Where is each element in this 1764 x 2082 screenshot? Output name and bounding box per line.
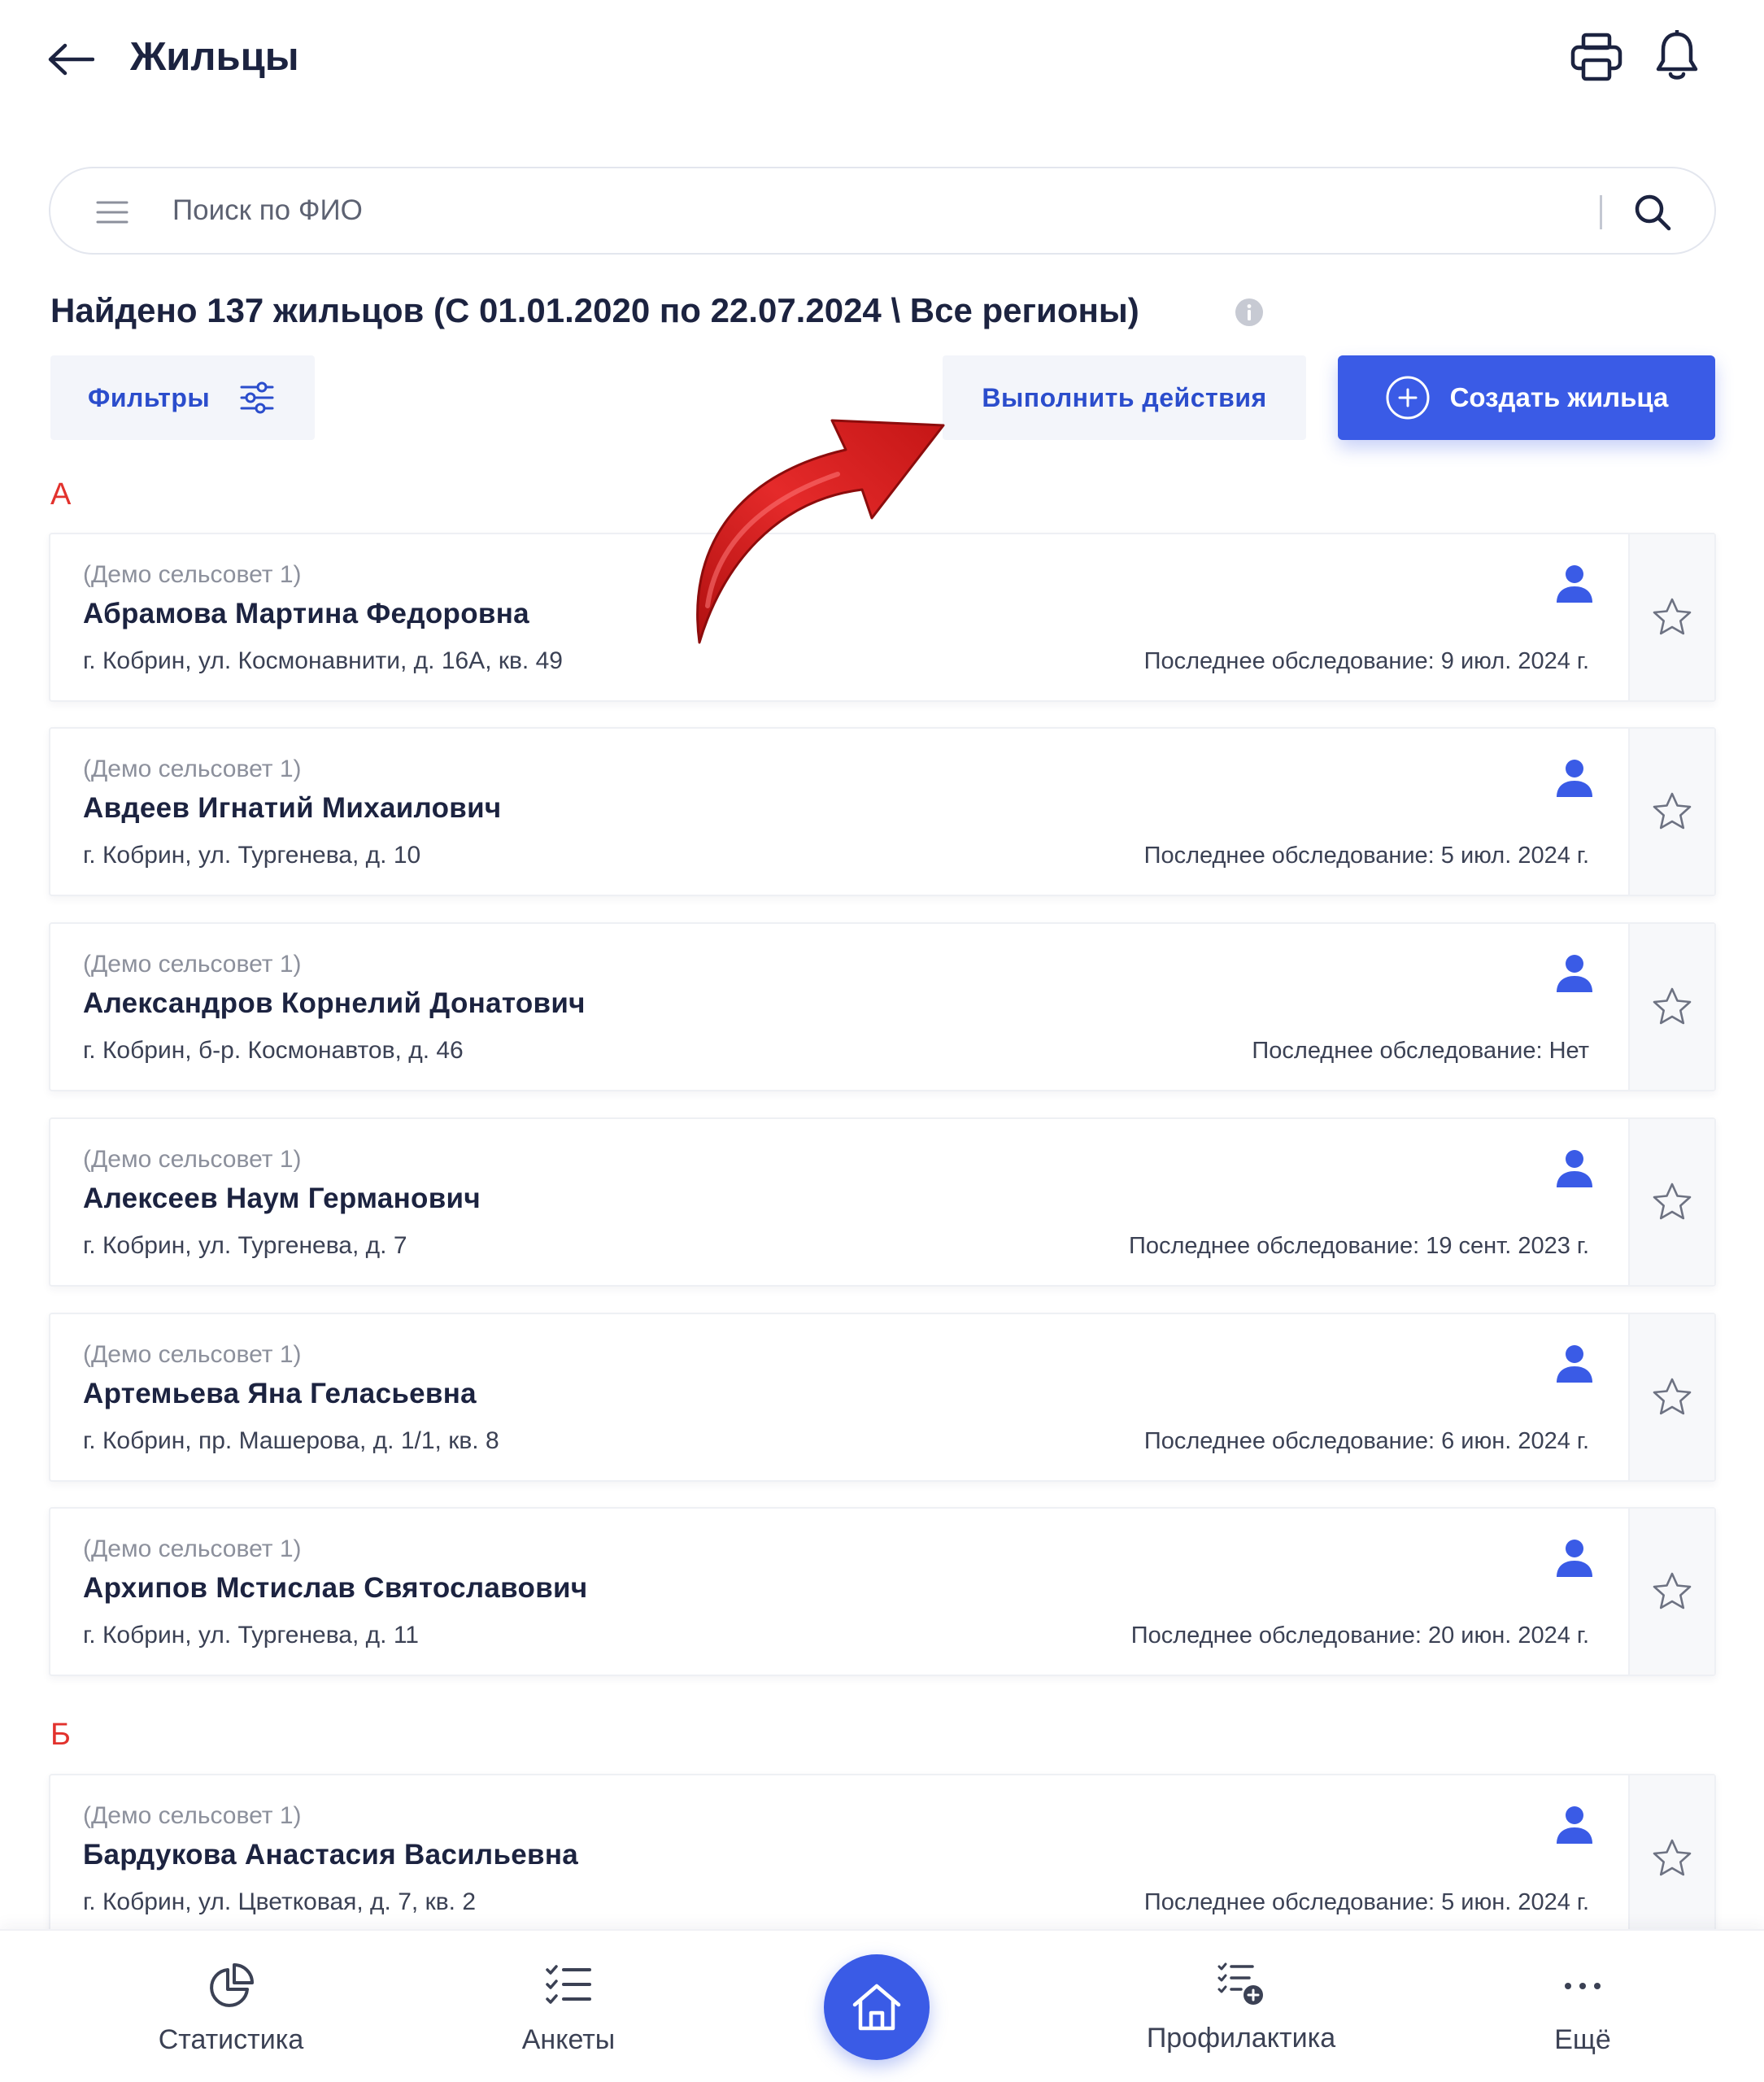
filters-button[interactable]: Фильтры: [50, 355, 315, 440]
person-icon: [1557, 955, 1592, 992]
nav-surveys[interactable]: Анкеты: [438, 1962, 699, 2067]
person-icon: [1557, 760, 1592, 797]
nav-surveys-label: Анкеты: [521, 2024, 616, 2055]
resident-card[interactable]: (Демо сельсовет 1) Авдеев Игнатий Михаил…: [49, 727, 1716, 896]
resident-card[interactable]: (Демо сельсовет 1) Бардукова Анастасия В…: [49, 1774, 1716, 1943]
resident-region: (Демо сельсовет 1): [83, 1802, 302, 1829]
back-button[interactable]: [42, 31, 99, 88]
home-button[interactable]: [824, 1954, 930, 2060]
last-exam-date: Последнее обследование: 5 июн. 2024 г.: [1143, 1889, 1589, 1915]
resident-name: Абрамова Мартина Федоровна: [83, 598, 529, 629]
section-letter: Б: [50, 1718, 71, 1752]
last-exam-date: Последнее обследование: 5 июл. 2024 г.: [1143, 843, 1589, 869]
menu-icon[interactable]: [93, 193, 132, 232]
filters-button-label: Фильтры: [88, 382, 211, 412]
nav-prevention-label: Профилактика: [1146, 2023, 1336, 2054]
person-icon: [1557, 565, 1592, 603]
section-letter: А: [50, 477, 72, 512]
person-icon: [1557, 1150, 1592, 1187]
resident-address: г. Кобрин, б-р. Космонавтов, д. 46: [83, 1037, 464, 1064]
home-icon: [852, 1984, 901, 2031]
resident-name: Артемьева Яна Геласьевна: [83, 1378, 477, 1409]
star-icon: [1653, 598, 1692, 635]
pie-chart-icon: [210, 1963, 254, 2007]
nav-prevention[interactable]: Профилактика: [1111, 1960, 1371, 2066]
app-header: Жильцы: [0, 0, 1764, 122]
star-icon: [1653, 792, 1692, 830]
resident-address: г. Кобрин, ул. Тургенева, д. 11: [83, 1622, 419, 1649]
last-exam-date: Последнее обследование: 19 сент. 2023 г.: [1129, 1233, 1589, 1259]
person-icon: [1557, 1540, 1592, 1577]
favorite-button[interactable]: [1628, 729, 1714, 895]
checklist-add-icon: [1217, 1962, 1263, 2005]
results-summary: Найдено 137 жильцов (С 01.01.2020 по 22.…: [50, 291, 1139, 329]
resident-region: (Демо сельсовет 1): [83, 1341, 302, 1368]
info-icon[interactable]: [1235, 298, 1264, 327]
resident-region: (Демо сельсовет 1): [83, 561, 302, 588]
resident-address: г. Кобрин, ул. Космонавнити, д. 16А, кв.…: [83, 647, 563, 674]
resident-address: г. Кобрин, ул. Тургенева, д. 10: [83, 842, 421, 869]
resident-name: Бардукова Анастасия Васильевна: [83, 1839, 579, 1871]
resident-region: (Демо сельсовет 1): [83, 1535, 302, 1562]
create-resident-button[interactable]: Создать жильца: [1338, 355, 1715, 440]
page-title: Жильцы: [130, 35, 299, 79]
favorite-button[interactable]: [1628, 924, 1714, 1090]
resident-card[interactable]: (Демо сельсовет 1) Артемьева Яна Геласье…: [49, 1313, 1716, 1482]
resident-region: (Демо сельсовет 1): [83, 951, 302, 978]
star-icon: [1653, 1378, 1692, 1415]
resident-region: (Демо сельсовет 1): [83, 756, 302, 782]
search-input[interactable]: [172, 186, 1620, 235]
notifications-button[interactable]: [1646, 24, 1708, 89]
resident-address: г. Кобрин, ул. Тургенева, д. 7: [83, 1232, 407, 1259]
arrow-left-icon: [48, 43, 94, 76]
star-icon: [1653, 987, 1692, 1025]
create-resident-label: Создать жильца: [1449, 382, 1669, 412]
resident-name: Авдеев Игнатий Михаилович: [83, 792, 502, 824]
search-icon: [1635, 194, 1671, 231]
resident-name: Алексеев Наум Германович: [83, 1183, 481, 1214]
favorite-button[interactable]: [1628, 1775, 1714, 1941]
resident-address: г. Кобрин, пр. Машерова, д. 1/1, кв. 8: [83, 1427, 499, 1454]
resident-address: г. Кобрин, ул. Цветковая, д. 7, кв. 2: [83, 1888, 477, 1915]
resident-name: Александров Корнелий Донатович: [83, 987, 586, 1019]
star-icon: [1653, 1839, 1692, 1876]
resident-card[interactable]: (Демо сельсовет 1) Архипов Мстислав Свят…: [49, 1507, 1716, 1676]
favorite-button[interactable]: [1628, 1119, 1714, 1285]
more-dots-icon: [1565, 1983, 1601, 1989]
favorite-button[interactable]: [1628, 1509, 1714, 1675]
last-exam-date: Последнее обследование: Нет: [1252, 1038, 1589, 1064]
resident-name: Архипов Мстислав Святославович: [83, 1572, 588, 1604]
nav-statistics[interactable]: Статистика: [101, 1962, 361, 2067]
plus-circle-icon: [1386, 376, 1430, 420]
nav-more[interactable]: Ещё: [1453, 1962, 1713, 2067]
last-exam-date: Последнее обследование: 9 июл. 2024 г.: [1143, 648, 1589, 674]
search-button[interactable]: [1628, 188, 1677, 237]
search-bar: [49, 167, 1716, 255]
last-exam-date: Последнее обследование: 20 июн. 2024 г.: [1130, 1622, 1589, 1649]
person-icon: [1557, 1345, 1592, 1383]
search-divider: [1600, 195, 1602, 229]
annotation-arrow-icon: [696, 419, 945, 644]
checklist-icon: [546, 1965, 591, 2004]
printer-icon: [1570, 33, 1622, 81]
perform-actions-button[interactable]: Выполнить действия: [943, 355, 1306, 440]
star-icon: [1653, 1183, 1692, 1220]
perform-actions-label: Выполнить действия: [982, 382, 1267, 412]
favorite-button[interactable]: [1628, 534, 1714, 700]
sliders-icon: [240, 381, 274, 414]
last-exam-date: Последнее обследование: 6 июн. 2024 г.: [1143, 1428, 1589, 1454]
print-button[interactable]: [1566, 26, 1627, 88]
favorite-button[interactable]: [1628, 1314, 1714, 1480]
nav-statistics-label: Статистика: [158, 2024, 304, 2055]
resident-card[interactable]: (Демо сельсовет 1) Алексеев Наум Германо…: [49, 1117, 1716, 1287]
star-icon: [1653, 1572, 1692, 1609]
resident-region: (Демо сельсовет 1): [83, 1146, 302, 1173]
person-icon: [1557, 1806, 1592, 1844]
nav-more-label: Ещё: [1554, 2024, 1611, 2055]
resident-card[interactable]: (Демо сельсовет 1) Александров Корнелий …: [49, 922, 1716, 1091]
bell-icon: [1656, 30, 1698, 80]
